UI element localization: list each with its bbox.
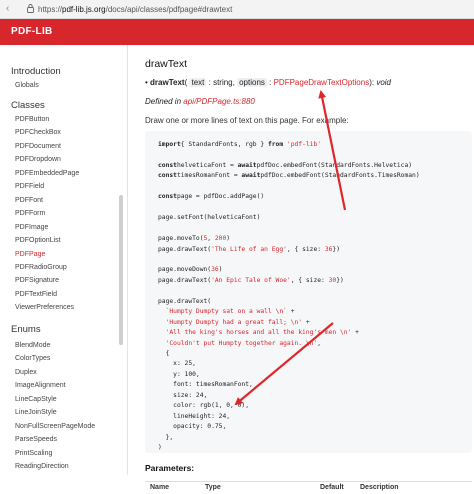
column-header: Default	[320, 484, 344, 491]
column-header: Name	[150, 484, 170, 491]
column-header: Description	[360, 484, 399, 491]
parameters-table-header: Name Type Default Description	[145, 481, 472, 494]
annotation-arrow-up	[318, 90, 347, 211]
column-header: Type	[205, 484, 221, 491]
annotation-arrow-down	[234, 322, 334, 406]
annotation-arrows	[234, 90, 347, 406]
